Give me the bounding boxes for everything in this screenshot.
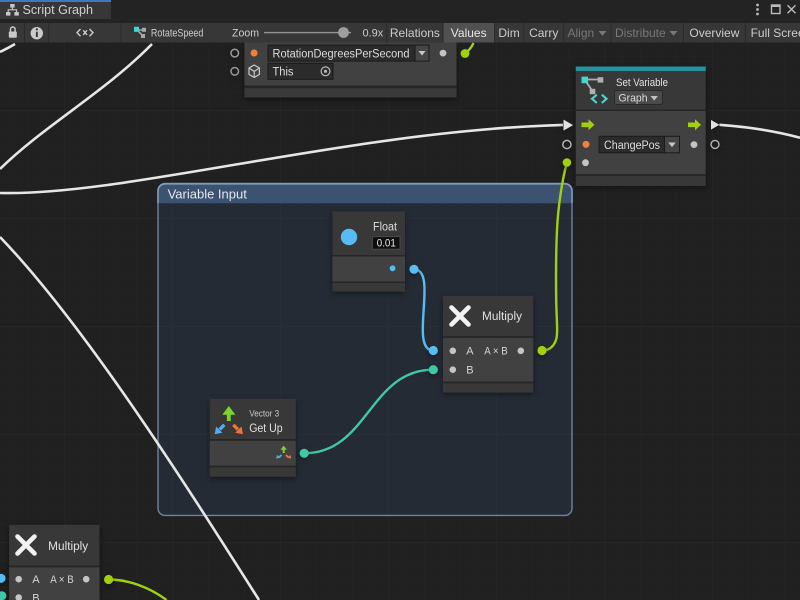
svg-text:A: A (466, 346, 474, 358)
svg-text:A × B: A × B (484, 346, 508, 358)
svg-text:A: A (32, 574, 40, 586)
svg-text:RotateSpeed: RotateSpeed (151, 28, 204, 40)
svg-text:Zoom: Zoom (232, 28, 259, 40)
svg-text:ChangePos: ChangePos (604, 140, 660, 152)
svg-text:Vector 3: Vector 3 (249, 408, 279, 418)
svg-text:Graph: Graph (619, 92, 648, 104)
svg-text:Multiply: Multiply (48, 541, 88, 553)
svg-text:Overview: Overview (689, 26, 739, 40)
svg-text:Values: Values (451, 26, 487, 40)
svg-text:Dim: Dim (498, 26, 519, 40)
svg-text:A × B: A × B (50, 574, 73, 586)
svg-text:Distribute: Distribute (615, 26, 666, 40)
svg-text:Carry: Carry (529, 26, 558, 40)
svg-text:Variable Input: Variable Input (168, 187, 248, 202)
svg-text:RotationDegreesPerSecond: RotationDegreesPerSecond (273, 48, 410, 60)
svg-text:0.01: 0.01 (377, 238, 396, 250)
svg-text:0.9x: 0.9x (363, 28, 384, 40)
svg-text:Set Variable: Set Variable (616, 77, 668, 89)
svg-text:Float: Float (373, 221, 398, 233)
svg-text:Get Up: Get Up (249, 423, 283, 435)
svg-text:This: This (273, 67, 294, 79)
svg-text:Script Graph: Script Graph (23, 3, 94, 17)
svg-text:Full Screen: Full Screen (751, 26, 800, 40)
svg-text:B: B (32, 593, 39, 600)
svg-text:Relations: Relations (390, 26, 440, 40)
svg-text:Align: Align (568, 26, 595, 40)
svg-text:B: B (466, 365, 473, 377)
svg-text:Multiply: Multiply (482, 311, 522, 323)
